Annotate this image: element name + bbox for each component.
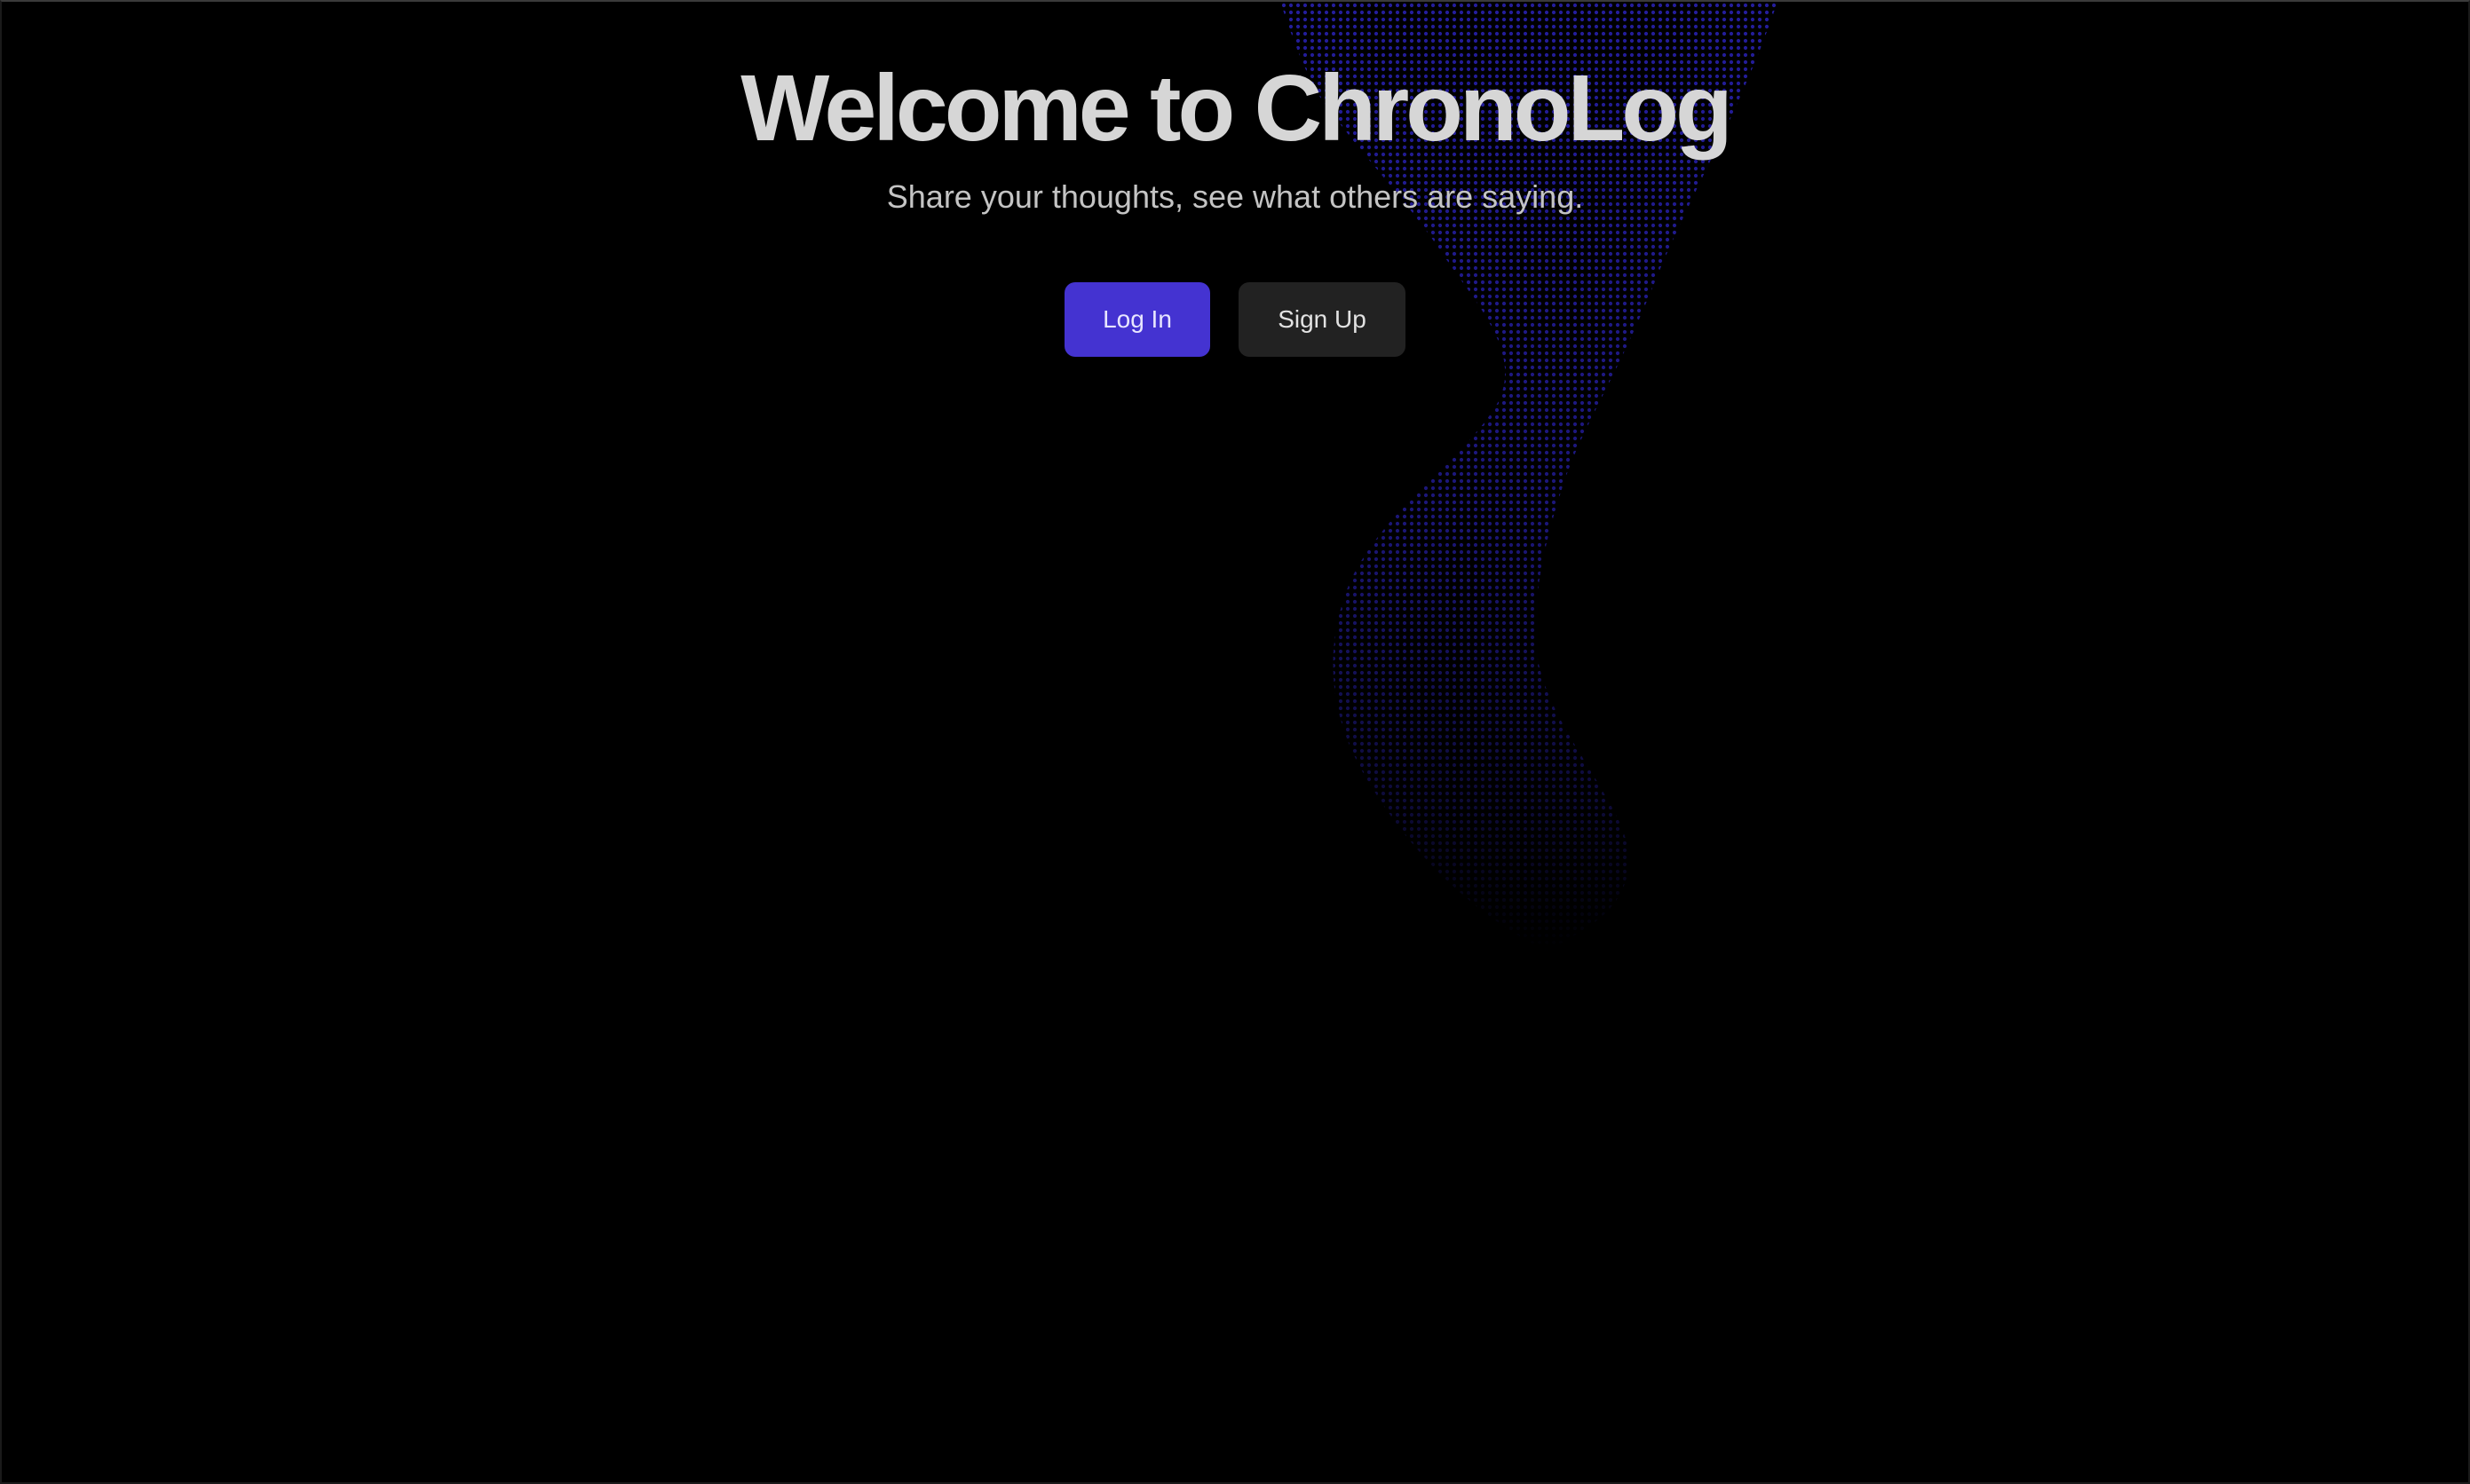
login-button[interactable]: Log In bbox=[1065, 282, 1210, 357]
landing-page: Welcome to ChronoLog Share your thoughts… bbox=[0, 0, 2470, 1484]
signup-button[interactable]: Sign Up bbox=[1239, 282, 1405, 357]
page-subtitle: Share your thoughts, see what others are… bbox=[886, 178, 1584, 215]
dotted-wave-background bbox=[2, 2, 2468, 1482]
auth-actions: Log In Sign Up bbox=[2, 282, 2468, 357]
page-title: Welcome to ChronoLog bbox=[740, 56, 1732, 161]
